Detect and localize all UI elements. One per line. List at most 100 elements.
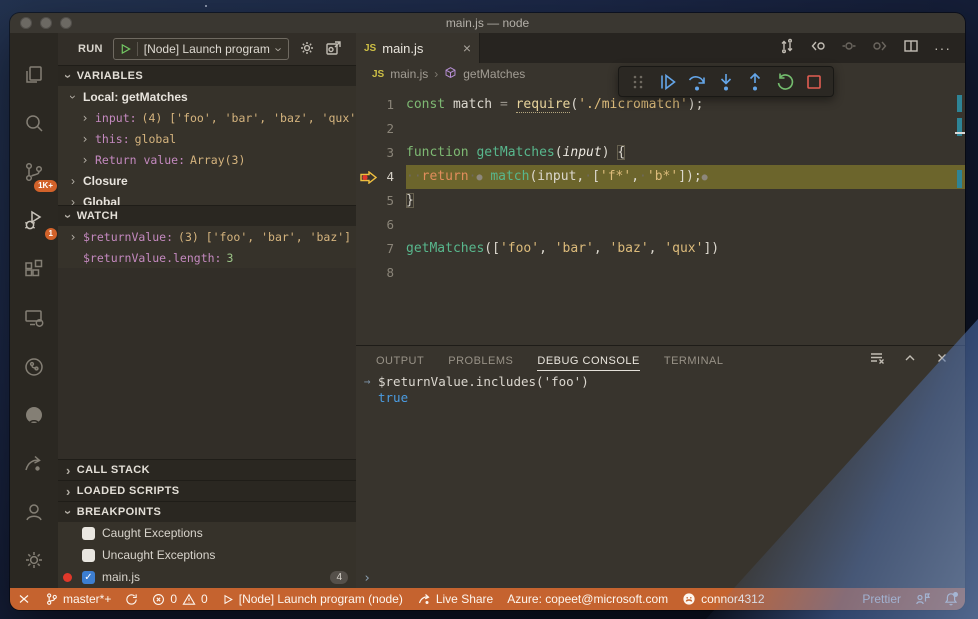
breakpoints-section-header[interactable]: › BREAKPOINTS <box>58 501 356 522</box>
checkbox-unchecked[interactable] <box>82 526 95 540</box>
tab-output[interactable]: OUTPUT <box>376 350 424 370</box>
breadcrumb-symbol[interactable]: getMatches <box>463 67 525 81</box>
remote-explorer-icon[interactable] <box>10 294 58 343</box>
debug-console-content[interactable]: → $returnValue.includes('foo') true › <box>356 374 965 588</box>
js-file-icon: JS <box>372 68 385 80</box>
tab-terminal[interactable]: TERMINAL <box>664 350 724 370</box>
checkbox-unchecked[interactable] <box>82 548 95 562</box>
dropdown-divider <box>136 42 138 56</box>
stop-button[interactable] <box>801 69 827 95</box>
overview-mark <box>957 95 962 112</box>
variables-section-header[interactable]: › VARIABLES <box>58 65 356 86</box>
step-over-button[interactable] <box>684 69 710 95</box>
checkbox-checked[interactable]: ✓ <box>82 570 95 584</box>
chevron-icon: › <box>71 173 75 188</box>
variable-row[interactable]: › Return value: Array(3) <box>58 149 356 170</box>
navigate-back-icon[interactable] <box>810 38 826 59</box>
active-debug-session[interactable]: [Node] Launch program (node) <box>215 588 410 610</box>
breakpoint-gutter[interactable] <box>356 141 380 165</box>
git-branch-status[interactable]: master*+ <box>38 588 118 610</box>
clear-console-icon[interactable] <box>869 350 885 371</box>
vscode-window: main.js — node 1K+ 1 RUN [Node] Launch p… <box>10 13 965 610</box>
more-actions-icon[interactable]: ··· <box>934 40 951 56</box>
problems-status[interactable]: 0 0 <box>145 588 214 610</box>
tab-label: main.js <box>382 40 424 56</box>
breakpoint-gutter[interactable] <box>356 237 380 261</box>
debug-current-line-breakpoint-icon[interactable] <box>356 165 380 189</box>
breakpoints-label: BREAKPOINTS <box>76 506 162 518</box>
overview-ruler[interactable] <box>955 85 965 345</box>
explorer-icon[interactable] <box>10 51 58 100</box>
chevron-icon: › <box>66 94 80 99</box>
azure-account-status[interactable]: Azure: copeet@microsoft.com <box>500 588 675 610</box>
settings-gear-icon[interactable] <box>10 536 58 584</box>
accounts-icon[interactable] <box>10 488 58 536</box>
close-panel-icon[interactable] <box>935 351 949 370</box>
code-text: } <box>406 193 414 208</box>
tab-close-icon[interactable]: × <box>463 40 471 56</box>
console-input-row[interactable]: › <box>356 570 965 588</box>
restart-button[interactable] <box>772 69 798 95</box>
prettier-status[interactable]: Prettier <box>855 588 908 610</box>
notifications-bell-icon[interactable] <box>937 588 965 610</box>
watch-row[interactable]: $returnValue.length: 3 <box>58 247 356 268</box>
scope-local[interactable]: › Local: getMatches <box>58 86 356 107</box>
console-result: true <box>378 390 409 405</box>
watch-section-header[interactable]: › WATCH <box>58 205 356 226</box>
breakpoint-gutter[interactable] <box>356 189 380 213</box>
breakpoint-gutter[interactable] <box>356 213 380 237</box>
code-line-4: 4 ··return·● match(input,·['f*',·'b*']);● <box>356 165 965 189</box>
search-icon[interactable] <box>10 100 58 149</box>
breakpoint-gutter[interactable] <box>356 261 380 285</box>
feedback-icon[interactable] <box>908 588 937 610</box>
debug-settings-gear-icon[interactable] <box>299 40 315 59</box>
title-bar: main.js — node <box>10 13 965 33</box>
watch-row[interactable]: › $returnValue: (3) ['foo', 'bar', 'baz'… <box>58 226 356 247</box>
variable-row[interactable]: › input: (4) ['foo', 'bar', 'baz', 'qux'… <box>58 107 356 128</box>
breakpoint-uncaught-exceptions[interactable]: Uncaught Exceptions <box>58 544 356 566</box>
breakpoint-gutter[interactable] <box>356 93 380 117</box>
compare-changes-icon[interactable] <box>779 38 795 59</box>
chevron-down-icon: › <box>272 46 288 52</box>
breakpoint-mainjs[interactable]: ✓ main.js 4 <box>58 566 356 588</box>
split-editor-icon[interactable] <box>903 38 919 59</box>
continue-button[interactable] <box>654 69 680 95</box>
run-debug-icon[interactable]: 1 <box>10 197 58 246</box>
debug-sidebar: RUN [Node] Launch program › › VARIABLES … <box>58 33 356 588</box>
window-title: main.js — node <box>445 16 530 30</box>
launch-config-dropdown[interactable]: [Node] Launch program › <box>112 38 289 60</box>
github-account-status[interactable]: connor4312 <box>675 588 771 610</box>
remote-indicator[interactable] <box>10 588 38 610</box>
tab-mainjs[interactable]: JS main.js × <box>356 33 480 63</box>
code-line-7: 7 getMatches(['foo', 'bar', 'baz', 'qux']… <box>356 237 965 261</box>
github-icon[interactable] <box>10 391 58 440</box>
loaded-scripts-section-header[interactable]: › LOADED SCRIPTS <box>58 480 356 501</box>
step-into-button[interactable] <box>713 69 739 95</box>
code-text: function getMatches(input) { <box>406 145 626 160</box>
tab-debug-console[interactable]: DEBUG CONSOLE <box>537 350 640 371</box>
source-control-icon[interactable]: 1K+ <box>10 148 58 197</box>
breakpoint-gutter[interactable] <box>356 117 380 141</box>
variable-row[interactable]: › this: global <box>58 128 356 149</box>
call-stack-label: CALL STACK <box>76 464 150 476</box>
gitlens-icon[interactable] <box>10 342 58 391</box>
maximize-panel-icon[interactable] <box>903 351 917 370</box>
extensions-icon[interactable] <box>10 245 58 294</box>
code-text: getMatches(['foo', 'bar', 'baz', 'qux']) <box>406 241 720 256</box>
tab-problems[interactable]: PROBLEMS <box>448 350 513 370</box>
scope-closure[interactable]: › Closure <box>58 170 356 191</box>
sync-changes-button[interactable] <box>118 588 145 610</box>
breadcrumb-file[interactable]: main.js <box>390 67 428 81</box>
live-share-icon[interactable] <box>10 440 58 489</box>
toolbar-drag-grip[interactable] <box>625 69 651 95</box>
line-number: 3 <box>386 145 394 160</box>
open-launch-config-icon[interactable] <box>325 40 342 59</box>
call-stack-section-header[interactable]: › CALL STACK <box>58 459 356 480</box>
line-number: 8 <box>386 265 394 280</box>
step-out-button[interactable] <box>742 69 768 95</box>
live-share-status[interactable]: Live Share <box>410 588 500 610</box>
notification-dot <box>953 592 958 597</box>
code-editor[interactable]: 1 const match = require('./micromatch'); 2… <box>356 85 965 345</box>
azure-label: Azure: copeet@microsoft.com <box>507 592 669 606</box>
breakpoint-caught-exceptions[interactable]: Caught Exceptions <box>58 522 356 544</box>
